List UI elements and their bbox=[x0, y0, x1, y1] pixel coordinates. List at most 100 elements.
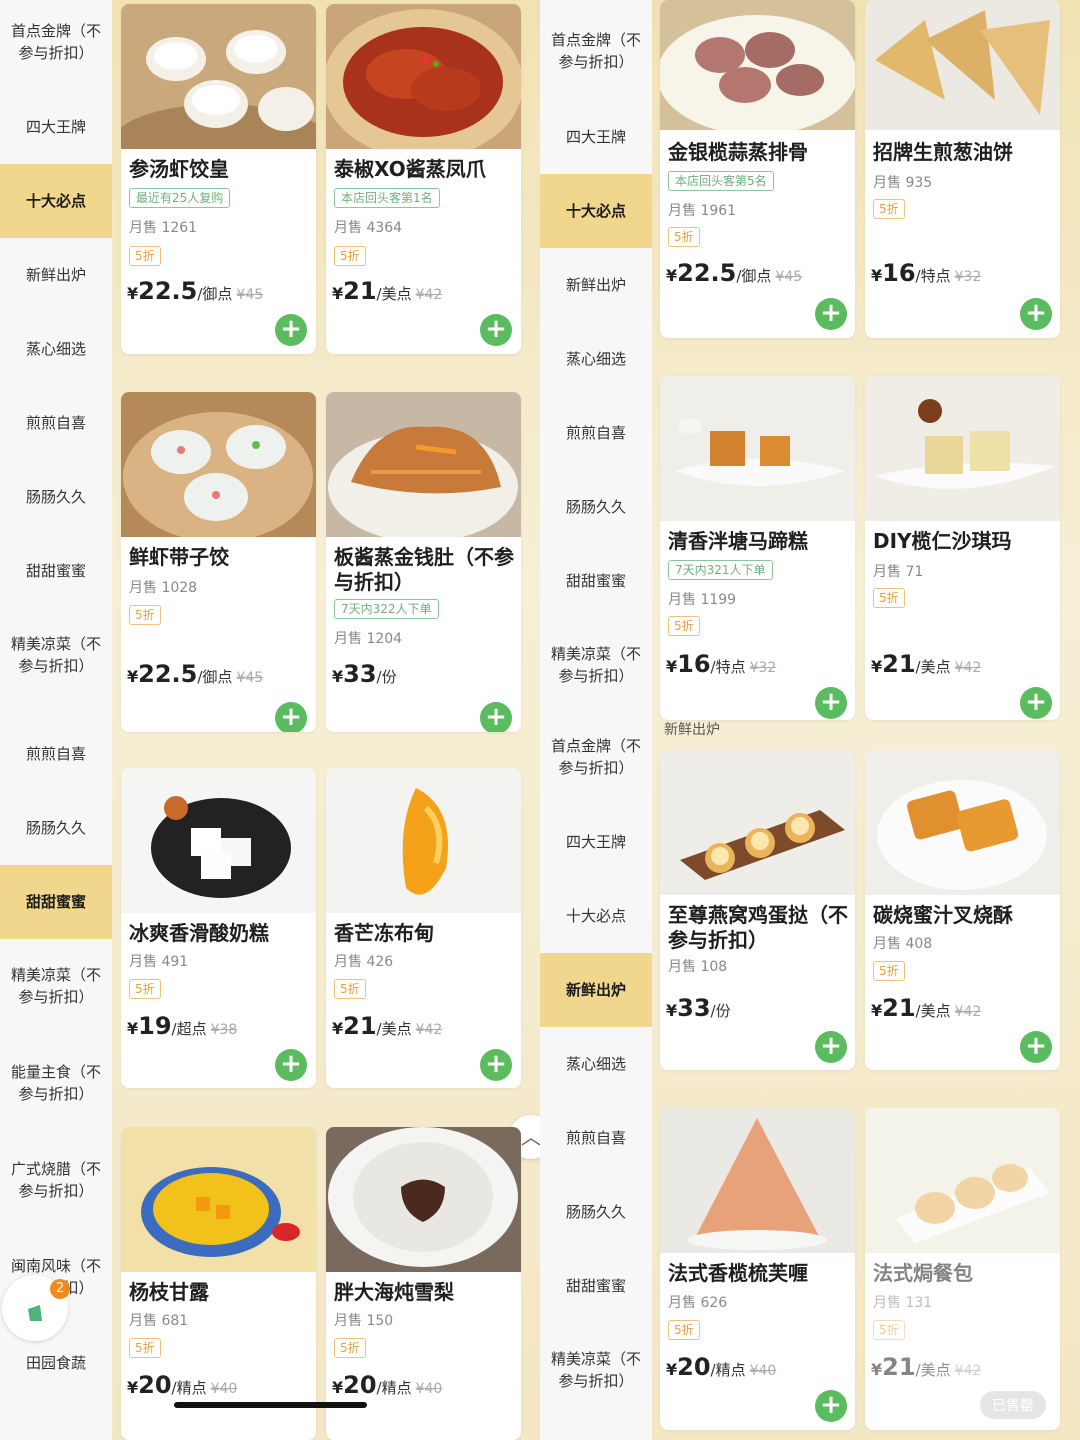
add-to-cart-button[interactable]: + bbox=[1020, 1031, 1052, 1063]
sidebar-item-active[interactable]: 十大必点 bbox=[540, 174, 652, 248]
add-to-cart-button[interactable]: + bbox=[815, 298, 847, 330]
cart-button[interactable]: 2 bbox=[2, 1275, 70, 1341]
product-price: ¥33/份 bbox=[332, 660, 397, 688]
sidebar-item[interactable]: 精美凉菜（不参与折扣） bbox=[540, 1333, 652, 1407]
product-card[interactable]: 香芒冻布甸 月售 426 5折 ¥21/美点 ¥42 + bbox=[326, 768, 521, 1088]
sidebar-item[interactable]: 广式烧腊（不参与折扣） bbox=[0, 1143, 112, 1217]
section-header: 新鲜出炉 bbox=[664, 722, 720, 738]
product-card[interactable]: 板酱蒸金钱肚（不参与折扣） 7天内322人下单 月售 1204 ¥33/份 + bbox=[326, 392, 521, 732]
spare-ribs-image bbox=[660, 0, 855, 145]
product-price: ¥22.5/御点 ¥45 bbox=[127, 277, 264, 305]
sidebar-item[interactable]: 精美凉菜（不参与折扣） bbox=[0, 949, 112, 1023]
product-sales: 月售 1028 bbox=[129, 580, 198, 596]
product-price: ¥21/美点 ¥42 bbox=[871, 1353, 982, 1381]
sidebar-item[interactable]: 甜甜蜜蜜 bbox=[540, 1249, 652, 1323]
sidebar-item[interactable]: 首点金牌（不参与折扣） bbox=[540, 14, 652, 88]
add-to-cart-button[interactable]: + bbox=[275, 314, 307, 346]
sidebar-item[interactable]: 四大王牌 bbox=[540, 100, 652, 174]
product-price: ¥33/份 bbox=[666, 994, 731, 1022]
product-price: ¥21/美点 ¥42 bbox=[871, 994, 982, 1022]
add-to-cart-button[interactable]: + bbox=[275, 1049, 307, 1081]
chicken-feet-image bbox=[326, 4, 521, 149]
shrimp-dumpling-image bbox=[121, 392, 316, 537]
product-sales: 月售 935 bbox=[873, 175, 933, 191]
sidebar-item[interactable]: 首点金牌（不参与折扣） bbox=[540, 720, 652, 794]
product-tag: 本店回头客第1名 bbox=[334, 188, 440, 208]
product-card[interactable]: 至尊燕窝鸡蛋挞（不参与折扣） 月售 108 ¥33/份 + bbox=[660, 750, 855, 1070]
add-to-cart-button[interactable]: + bbox=[480, 1049, 512, 1081]
mango-dessert-image bbox=[121, 1127, 316, 1272]
product-price: ¥20/精点 ¥40 bbox=[666, 1353, 777, 1381]
sidebar-item[interactable]: 煎煎自喜 bbox=[0, 386, 112, 460]
sidebar-item-active[interactable]: 十大必点 bbox=[0, 164, 112, 238]
product-price: ¥16/特点 ¥32 bbox=[666, 650, 777, 678]
sachima-image bbox=[865, 376, 1060, 521]
sidebar-item[interactable]: 蒸心细选 bbox=[0, 312, 112, 386]
home-indicator bbox=[174, 1402, 367, 1408]
product-card[interactable]: 参汤虾饺皇 最近有25人复购 月售 1261 5折 ¥22.5/御点 ¥45 + bbox=[121, 4, 316, 354]
product-card[interactable]: 金银榄蒜蒸排骨 本店回头客第5名 月售 1961 5折 ¥22.5/御点 ¥45 … bbox=[660, 0, 855, 338]
add-to-cart-button[interactable]: + bbox=[815, 1031, 847, 1063]
product-card[interactable]: 招牌生煎葱油饼 月售 935 5折 ¥16/特点 ¥32 + bbox=[865, 0, 1060, 338]
add-to-cart-button[interactable]: + bbox=[815, 687, 847, 719]
add-to-cart-button[interactable]: + bbox=[815, 1390, 847, 1422]
product-price: ¥22.5/御点 ¥45 bbox=[127, 660, 264, 688]
sidebar-item-active[interactable]: 新鲜出炉 bbox=[540, 953, 652, 1027]
sidebar-item[interactable]: 十大必点 bbox=[540, 879, 652, 953]
discount-badge: 5折 bbox=[668, 616, 700, 636]
sidebar-item[interactable]: 首点金牌（不参与折扣） bbox=[0, 5, 112, 79]
product-tag: 7天内321人下单 bbox=[668, 560, 773, 580]
sidebar-item[interactable]: 肠肠久久 bbox=[540, 470, 652, 544]
product-name: 法式香榄梳芙喱 bbox=[668, 1261, 808, 1285]
sidebar-item[interactable]: 煎煎自喜 bbox=[540, 1101, 652, 1175]
add-to-cart-button[interactable]: + bbox=[1020, 298, 1052, 330]
product-sales: 月售 426 bbox=[334, 954, 394, 970]
sold-out-badge: 已售罄 bbox=[980, 1391, 1046, 1419]
product-card[interactable]: DIY榄仁沙琪玛 月售 71 5折 ¥21/美点 ¥42 + bbox=[865, 376, 1060, 720]
add-to-cart-button[interactable]: + bbox=[1020, 687, 1052, 719]
product-card[interactable]: 法式香榄梳芙喱 月售 626 5折 ¥20/精点 ¥40 + bbox=[660, 1108, 855, 1430]
product-sales: 月售 4364 bbox=[334, 220, 403, 236]
sidebar-item[interactable]: 肠肠久久 bbox=[0, 791, 112, 865]
sidebar-item[interactable]: 煎煎自喜 bbox=[540, 396, 652, 470]
product-card[interactable]: 碳烧蜜汁叉烧酥 月售 408 5折 ¥21/美点 ¥42 + bbox=[865, 750, 1060, 1070]
sidebar-item[interactable]: 蒸心细选 bbox=[540, 322, 652, 396]
product-sales: 月售 626 bbox=[668, 1295, 728, 1311]
sidebar-item[interactable]: 甜甜蜜蜜 bbox=[0, 534, 112, 608]
bread-roll-image bbox=[865, 1108, 1060, 1253]
product-name: 招牌生煎葱油饼 bbox=[873, 140, 1013, 164]
add-to-cart-button[interactable]: + bbox=[275, 702, 307, 732]
discount-badge: 5折 bbox=[873, 588, 905, 608]
product-card[interactable]: 泰椒XO酱蒸凤爪 本店回头客第1名 月售 4364 5折 ¥21/美点 ¥42 + bbox=[326, 4, 521, 354]
product-sales: 月售 1199 bbox=[668, 592, 737, 608]
right-screen: 首点金牌（不参与折扣） 四大王牌 十大必点 新鲜出炉 蒸心细选 煎煎自喜 肠肠久… bbox=[540, 0, 1080, 1440]
sidebar-item[interactable]: 四大王牌 bbox=[540, 805, 652, 879]
sidebar-item[interactable]: 肠肠久久 bbox=[0, 460, 112, 534]
sidebar-item[interactable]: 新鲜出炉 bbox=[540, 248, 652, 322]
sidebar-item[interactable]: 精美凉菜（不参与折扣） bbox=[540, 628, 652, 702]
product-price: ¥21/美点 ¥42 bbox=[332, 277, 443, 305]
product-name: 法式焗餐包 bbox=[873, 1261, 973, 1285]
sidebar-item[interactable]: 肠肠久久 bbox=[540, 1175, 652, 1249]
product-card[interactable]: 鲜虾带子饺 月售 1028 5折 ¥22.5/御点 ¥45 + bbox=[121, 392, 316, 732]
product-name: DIY榄仁沙琪玛 bbox=[873, 529, 1012, 553]
sidebar-item[interactable]: 蒸心细选 bbox=[540, 1027, 652, 1101]
sidebar-item[interactable]: 煎煎自喜 bbox=[0, 717, 112, 791]
sidebar-item[interactable]: 精美凉菜（不参与折扣） bbox=[0, 618, 112, 692]
discount-badge: 5折 bbox=[129, 605, 161, 625]
product-sales: 月售 408 bbox=[873, 936, 933, 952]
sidebar-item[interactable]: 新鲜出炉 bbox=[0, 238, 112, 312]
discount-badge: 5折 bbox=[873, 1320, 905, 1340]
product-card[interactable]: 杨枝甘露 月售 681 5折 ¥20/精点 ¥40 bbox=[121, 1127, 316, 1440]
product-card[interactable]: 冰爽香滑酸奶糕 月售 491 5折 ¥19/超点 ¥38 + bbox=[121, 768, 316, 1088]
product-name: 板酱蒸金钱肚（不参与折扣） bbox=[334, 545, 514, 594]
add-to-cart-button[interactable]: + bbox=[480, 702, 512, 732]
add-to-cart-button[interactable]: + bbox=[480, 314, 512, 346]
product-card[interactable]: 清香泮塘马蹄糕 7天内321人下单 月售 1199 5折 ¥16/特点 ¥32 + bbox=[660, 376, 855, 720]
product-name: 胖大海炖雪梨 bbox=[334, 1280, 454, 1304]
sidebar-item-active[interactable]: 甜甜蜜蜜 bbox=[0, 865, 112, 939]
product-card[interactable]: 胖大海炖雪梨 月售 150 5折 ¥20/精点 ¥40 bbox=[326, 1127, 521, 1440]
sidebar-item[interactable]: 四大王牌 bbox=[0, 90, 112, 164]
sidebar-item[interactable]: 甜甜蜜蜜 bbox=[540, 544, 652, 618]
sidebar-item[interactable]: 能量主食（不参与折扣） bbox=[0, 1046, 112, 1120]
